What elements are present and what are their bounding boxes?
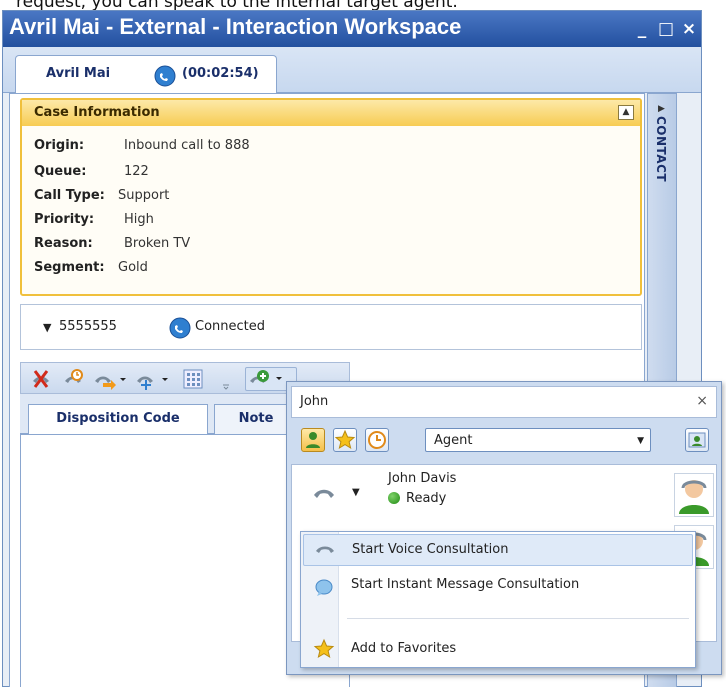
menu-item-start-voice-consultation[interactable]: Start Voice Consultation	[303, 534, 693, 566]
menu-item-label: Start Voice Consultation	[352, 542, 509, 557]
team-communicator-search[interactable]: John ×	[291, 386, 717, 418]
case-field-segment: Segment: Gold	[34, 260, 148, 280]
menu-item-start-im-consultation[interactable]: Start Instant Message Consultation	[303, 570, 693, 602]
search-input[interactable]: John	[300, 394, 328, 409]
title-bar[interactable]: Avril Mai - External - Interaction Works…	[3, 11, 701, 47]
field-key: Call Type:	[34, 188, 105, 203]
contact-panel-label: CONTACT	[654, 116, 668, 183]
agent-name: John Davis	[388, 471, 457, 486]
case-field-reason: Reason: Broken TV	[34, 236, 190, 256]
transfer-call-icon[interactable]	[93, 367, 127, 391]
case-field-queue: Queue: 122	[34, 164, 149, 184]
expand-arrow-icon[interactable]: ▶	[658, 104, 665, 114]
action-menu-arrow-icon[interactable]: ▼	[352, 487, 360, 498]
menu-separator	[347, 618, 689, 619]
ready-status-icon	[388, 492, 400, 504]
chat-bubble-icon	[313, 577, 335, 603]
field-key: Queue:	[34, 164, 87, 179]
type-filter-select[interactable]: Agent ▼	[425, 428, 651, 452]
collapse-icon[interactable]: ▲	[618, 105, 634, 120]
interaction-tab-bar: Avril Mai (00:02:54)	[3, 47, 701, 93]
chevron-down-icon: ▼	[637, 436, 644, 446]
case-information-header[interactable]: Case Information ▲	[22, 100, 640, 126]
case-field-priority: Priority: High	[34, 212, 154, 232]
hold-call-icon[interactable]	[61, 367, 85, 391]
menu-item-label: Add to Favorites	[351, 641, 457, 656]
keypad-icon[interactable]	[181, 367, 205, 391]
menu-item-label: Start Instant Message Consultation	[351, 577, 580, 592]
field-value: Gold	[118, 260, 148, 275]
field-value: Inbound call to 888	[124, 138, 250, 153]
voice-status-icon	[154, 65, 176, 91]
party-status-bar: ▼ 5555555 Connected	[20, 304, 642, 350]
window-title: Avril Mai - External - Interaction Works…	[9, 14, 462, 39]
favorites-filter-icon[interactable]	[333, 428, 357, 452]
recent-filter-icon[interactable]	[365, 428, 389, 452]
consultation-context-menu: Start Voice Consultation Start Instant M…	[300, 531, 696, 668]
field-key: Priority:	[34, 212, 95, 227]
field-value: 122	[124, 164, 149, 179]
phone-handset-icon	[314, 542, 336, 562]
agent-status-text: Ready	[406, 491, 447, 506]
star-icon	[313, 638, 335, 664]
field-key: Origin:	[34, 138, 85, 153]
call-timer: (00:02:54)	[182, 66, 259, 81]
case-information-panel: Case Information ▲ Origin: Inbound call t…	[20, 98, 642, 296]
agent-status: Ready	[388, 491, 446, 506]
field-value: Support	[118, 188, 170, 203]
party-number: 5555555	[59, 319, 117, 334]
maximize-button[interactable]: □	[657, 20, 675, 38]
close-button[interactable]: ×	[680, 20, 698, 38]
connected-status-icon	[169, 317, 191, 343]
field-key: Segment:	[34, 260, 105, 275]
contact-name: Avril Mai	[46, 66, 111, 81]
agent-avatar-icon	[674, 473, 714, 517]
group-results-icon[interactable]	[685, 428, 709, 452]
field-key: Reason:	[34, 236, 93, 251]
call-action-icon[interactable]	[312, 485, 336, 507]
clear-search-icon[interactable]: ×	[696, 393, 708, 409]
minimize-button[interactable]: _	[633, 20, 651, 38]
menu-item-add-to-favorites[interactable]: Add to Favorites	[303, 634, 693, 666]
conference-call-icon[interactable]	[135, 367, 169, 391]
tab-disposition-code[interactable]: Disposition Code	[28, 404, 208, 434]
case-information-title: Case Information	[34, 105, 160, 120]
case-field-origin: Origin: Inbound call to 888	[34, 138, 250, 158]
field-value: High	[124, 212, 154, 227]
end-call-icon[interactable]	[29, 367, 53, 391]
toolbar-overflow-icon[interactable]	[221, 367, 231, 391]
filter-bar: Agent ▼	[291, 422, 717, 458]
type-filter-value: Agent	[434, 433, 473, 448]
party-status: Connected	[195, 319, 266, 334]
all-types-filter-icon[interactable]	[301, 428, 325, 452]
interaction-tab[interactable]: Avril Mai (00:02:54)	[15, 55, 277, 93]
case-field-call-type: Call Type: Support	[34, 188, 169, 208]
party-menu-arrow-icon[interactable]: ▼	[43, 321, 51, 334]
field-value: Broken TV	[124, 236, 191, 251]
